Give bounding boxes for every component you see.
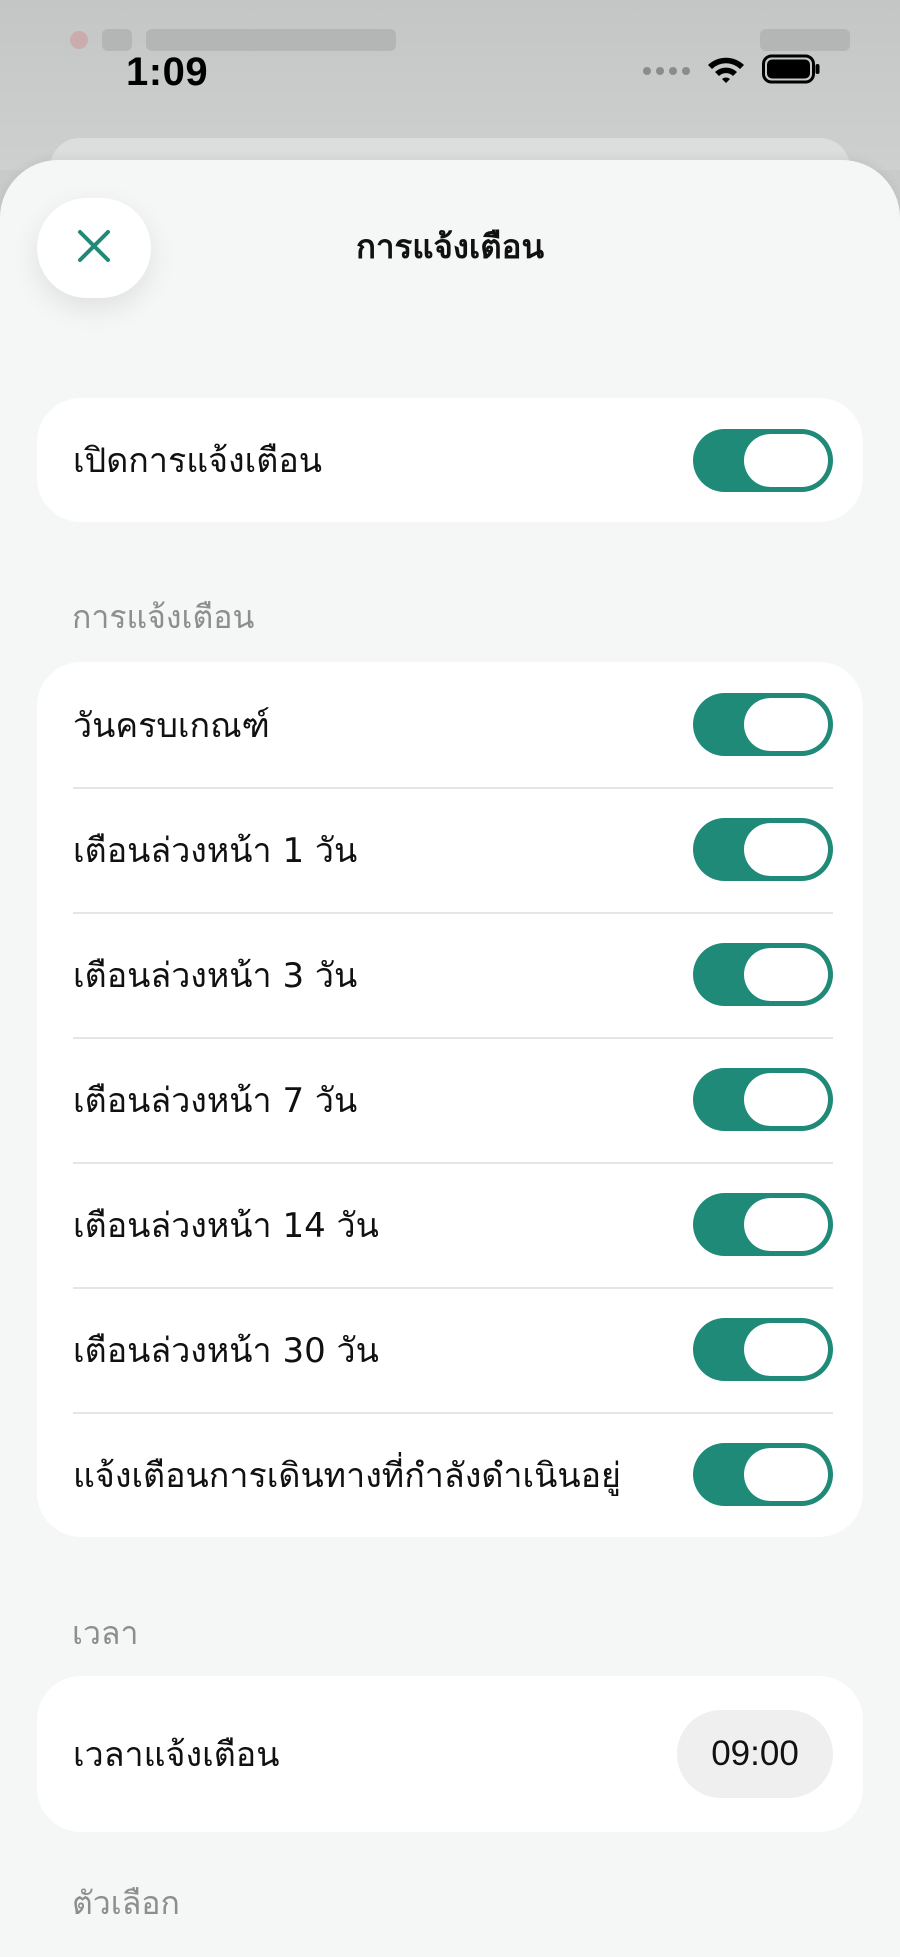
toggle-knob <box>744 433 828 487</box>
section-header-options: ตัวเลือก <box>72 1884 180 1922</box>
notification-label: เตือนล่วงหน้า 14 วัน <box>73 1205 379 1246</box>
master-toggle[interactable] <box>693 428 833 492</box>
status-icons <box>643 54 820 88</box>
notification-label: แจ้งเตือนการเดินทางที่กำลังดำเนินอยู่ <box>73 1455 621 1496</box>
toggle-3-days[interactable] <box>693 943 833 1006</box>
section-header-notifications: การแจ้งเตือน <box>72 598 255 636</box>
notifications-card: วันครบเกณฑ์ เตือนล่วงหน้า 1 วัน เตือนล่ว… <box>37 662 863 1537</box>
notification-time-row: เวลาแจ้งเตือน 09:00 <box>37 1676 863 1832</box>
toggle-knob <box>744 1073 828 1126</box>
notification-time-label: เวลาแจ้งเตือน <box>73 1735 280 1775</box>
time-card: เวลาแจ้งเตือน 09:00 <box>37 1676 863 1832</box>
notification-row-1-day: เตือนล่วงหน้า 1 วัน <box>37 787 863 912</box>
notification-row-3-days: เตือนล่วงหน้า 3 วัน <box>37 912 863 1037</box>
notification-label: เตือนล่วงหน้า 1 วัน <box>73 830 358 871</box>
toggle-ongoing-trip[interactable] <box>693 1443 833 1506</box>
toggle-knob <box>744 823 828 876</box>
notification-label: เตือนล่วงหน้า 30 วัน <box>73 1330 379 1371</box>
cellular-icon <box>643 67 690 75</box>
notification-row-14-days: เตือนล่วงหน้า 14 วัน <box>37 1162 863 1287</box>
notification-row-ongoing-trip: แจ้งเตือนการเดินทางที่กำลังดำเนินอยู่ <box>37 1412 863 1537</box>
toggle-knob <box>744 1198 828 1251</box>
notification-label: เตือนล่วงหน้า 3 วัน <box>73 955 358 996</box>
section-header-time: เวลา <box>72 1614 139 1652</box>
toggle-due-date[interactable] <box>693 693 833 756</box>
master-toggle-row: เปิดการแจ้งเตือน <box>37 398 863 522</box>
wifi-icon <box>706 54 746 88</box>
battery-icon <box>762 54 820 88</box>
toggle-knob <box>744 698 828 751</box>
toggle-14-days[interactable] <box>693 1193 833 1256</box>
page-title: การแจ้งเตือน <box>355 227 545 266</box>
notification-time-picker[interactable]: 09:00 <box>677 1710 833 1798</box>
toggle-30-days[interactable] <box>693 1318 833 1381</box>
toggle-knob <box>744 948 828 1001</box>
notification-row-30-days: เตือนล่วงหน้า 30 วัน <box>37 1287 863 1412</box>
notification-label: วันครบเกณฑ์ <box>73 705 270 746</box>
notification-row-due-date: วันครบเกณฑ์ <box>37 662 863 787</box>
toggle-7-days[interactable] <box>693 1068 833 1131</box>
master-toggle-label: เปิดการแจ้งเตือน <box>73 441 323 481</box>
toggle-knob <box>744 1448 828 1501</box>
notification-label: เตือนล่วงหน้า 7 วัน <box>73 1080 358 1121</box>
notification-settings-sheet: การแจ้งเตือน เปิดการแจ้งเตือน การแจ้งเตื… <box>0 160 900 1957</box>
master-toggle-card: เปิดการแจ้งเตือน <box>37 398 863 522</box>
toggle-1-day[interactable] <box>693 818 833 881</box>
notification-row-7-days: เตือนล่วงหน้า 7 วัน <box>37 1037 863 1162</box>
status-bar: 1:09 <box>0 0 900 140</box>
status-time: 1:09 <box>126 50 209 94</box>
toggle-knob <box>744 1323 828 1376</box>
